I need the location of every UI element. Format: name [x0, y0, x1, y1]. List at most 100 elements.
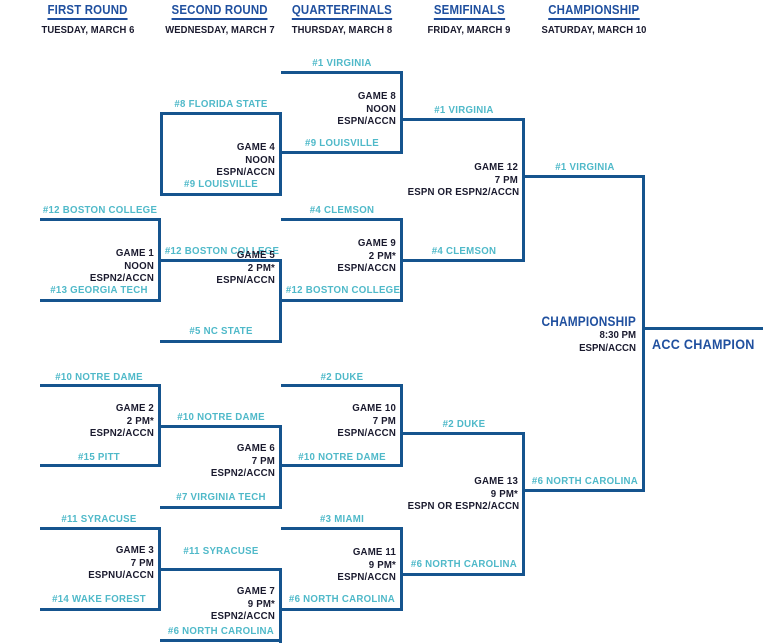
tournament-bracket: FIRST ROUND TUESDAY, MARCH 6 SECOND ROUN… — [0, 0, 763, 643]
game5-network: ESPN/ACCN — [216, 274, 275, 286]
game4-bottom-line — [160, 193, 282, 196]
game10-top-team: #2 DUKE — [320, 371, 364, 383]
game10-top-line — [281, 384, 403, 387]
round-date: SATURDAY, MARCH 10 — [541, 24, 647, 36]
game10-bottom-line — [281, 464, 403, 467]
game4-right-edge — [279, 112, 282, 196]
game12-right-edge — [522, 118, 525, 262]
game9-bottom-team: #12 BOSTON COLLEGE — [285, 284, 401, 296]
game1-top-line — [40, 218, 161, 221]
game10-network: ESPN/ACCN — [337, 427, 396, 439]
game13-right-edge — [522, 432, 525, 576]
game4-name: GAME 4 — [236, 141, 275, 153]
game8-time: NOON — [366, 102, 396, 115]
game5-bottom-team: #5 NC STATE — [189, 325, 253, 337]
game6-top-line — [160, 425, 282, 428]
game9-bottom-line — [281, 299, 403, 302]
game6-time: 7 PM — [251, 454, 275, 467]
game6-right-edge — [279, 425, 282, 509]
game6-network: ESPN2/ACCN — [210, 467, 275, 479]
game9-name: GAME 9 — [357, 237, 396, 249]
championship-time: 8:30 PM — [599, 329, 636, 341]
round-date: WEDNESDAY, MARCH 7 — [165, 24, 275, 36]
game11-top-team: #3 MIAMI — [319, 513, 365, 525]
game2-name: GAME 2 — [115, 402, 154, 414]
round-header-championship: CHAMPIONSHIP SATURDAY, MARCH 10 — [520, 1, 668, 36]
game12-name: GAME 12 — [474, 161, 518, 173]
game1-network: ESPN2/ACCN — [89, 272, 154, 284]
round-header-quarterfinals: QUARTERFINALS THURSDAY, MARCH 8 — [272, 1, 412, 36]
game12-network: ESPN OR ESPN2/ACCN — [407, 186, 520, 198]
game2-network: ESPN2/ACCN — [89, 427, 154, 439]
game8-top-line — [281, 71, 403, 74]
game7-top-team: #11 SYRACUSE — [183, 545, 259, 557]
round-title: CHAMPIONSHIP — [548, 2, 640, 20]
game3-name: GAME 3 — [115, 544, 154, 556]
game12-time: 7 PM — [494, 173, 518, 186]
game11-bottom-line — [281, 608, 403, 611]
game1-info: GAME 1 NOON ESPN2/ACCN — [50, 247, 154, 285]
game3-info: GAME 3 7 PM ESPNU/ACCN — [50, 544, 154, 582]
championship-bottom-team: #6 NORTH CAROLINA — [531, 475, 639, 487]
game6-top-team: #10 NOTRE DAME — [177, 411, 265, 423]
game4-time: NOON — [245, 153, 275, 166]
game13-network: ESPN OR ESPN2/ACCN — [407, 500, 520, 512]
game13-top-line — [403, 432, 525, 435]
game4-network: ESPN/ACCN — [216, 166, 275, 178]
game5-time: 2 PM* — [247, 261, 275, 274]
game1-bottom-team: #13 GEORGIA TECH — [50, 284, 148, 296]
game11-name: GAME 11 — [352, 546, 396, 558]
round-date: TUESDAY, MARCH 6 — [41, 24, 135, 36]
game12-bottom-line — [403, 259, 525, 262]
game2-top-line — [40, 384, 161, 387]
game4-info: GAME 4 NOON ESPN/ACCN — [171, 141, 275, 179]
game13-bottom-line — [403, 573, 525, 576]
game2-bottom-line — [40, 464, 161, 467]
game13-time: 9 PM* — [490, 487, 518, 500]
game7-network: ESPN2/ACCN — [210, 610, 275, 622]
game7-info: GAME 7 9 PM* ESPN2/ACCN — [171, 585, 275, 623]
game3-top-line — [40, 527, 161, 530]
game6-info: GAME 6 7 PM ESPN2/ACCN — [171, 442, 275, 480]
round-title: SECOND ROUND — [171, 2, 269, 20]
game8-bottom-line — [281, 151, 403, 154]
champion-line — [642, 327, 763, 330]
round-title: SEMIFINALS — [433, 2, 505, 20]
game2-info: GAME 2 2 PM* ESPN2/ACCN — [50, 402, 154, 440]
game3-top-team: #11 SYRACUSE — [61, 513, 137, 525]
game11-bottom-team: #6 NORTH CAROLINA — [288, 593, 396, 605]
game8-bottom-team: #9 LOUISVILLE — [305, 137, 379, 149]
game4-bottom-team: #9 LOUISVILLE — [184, 178, 258, 190]
game9-network: ESPN/ACCN — [337, 262, 396, 274]
game11-network: ESPN/ACCN — [337, 571, 396, 583]
game13-bottom-team: #6 NORTH CAROLINA — [410, 558, 518, 570]
championship-top-team: #1 VIRGINIA — [555, 161, 615, 173]
game2-bottom-team: #15 PITT — [78, 451, 120, 463]
game4-left-edge — [160, 112, 163, 196]
game1-name: GAME 1 — [115, 247, 154, 259]
game11-time: 9 PM* — [368, 558, 396, 571]
game10-time: 7 PM — [372, 414, 396, 427]
game7-bottom-line — [160, 639, 282, 642]
game8-right-edge — [400, 71, 403, 154]
game10-info: GAME 10 7 PM ESPN/ACCN — [292, 402, 396, 440]
game11-top-line — [281, 527, 403, 530]
game8-name: GAME 8 — [357, 90, 396, 102]
game13-name: GAME 13 — [474, 475, 518, 487]
championship-label: CHAMPIONSHIP — [541, 314, 636, 329]
game2-top-team: #10 NOTRE DAME — [55, 371, 143, 383]
game12-info: GAME 12 7 PM ESPN OR ESPN2/ACCN — [407, 161, 520, 199]
championship-top-line — [524, 175, 645, 178]
game13-top-team: #2 DUKE — [442, 418, 486, 430]
championship-bottom-line — [524, 489, 645, 492]
round-date: THURSDAY, MARCH 8 — [291, 24, 393, 36]
game7-name: GAME 7 — [236, 585, 275, 597]
game6-name: GAME 6 — [236, 442, 275, 454]
game9-top-line — [281, 218, 403, 221]
game12-top-line — [403, 118, 525, 121]
championship-info: CHAMPIONSHIP 8:30 PM ESPN/ACCN — [505, 314, 636, 354]
round-title: QUARTERFINALS — [291, 2, 393, 20]
game3-time: 7 PM — [130, 556, 154, 569]
game9-info: GAME 9 2 PM* ESPN/ACCN — [292, 237, 396, 275]
game7-top-line — [160, 568, 282, 571]
